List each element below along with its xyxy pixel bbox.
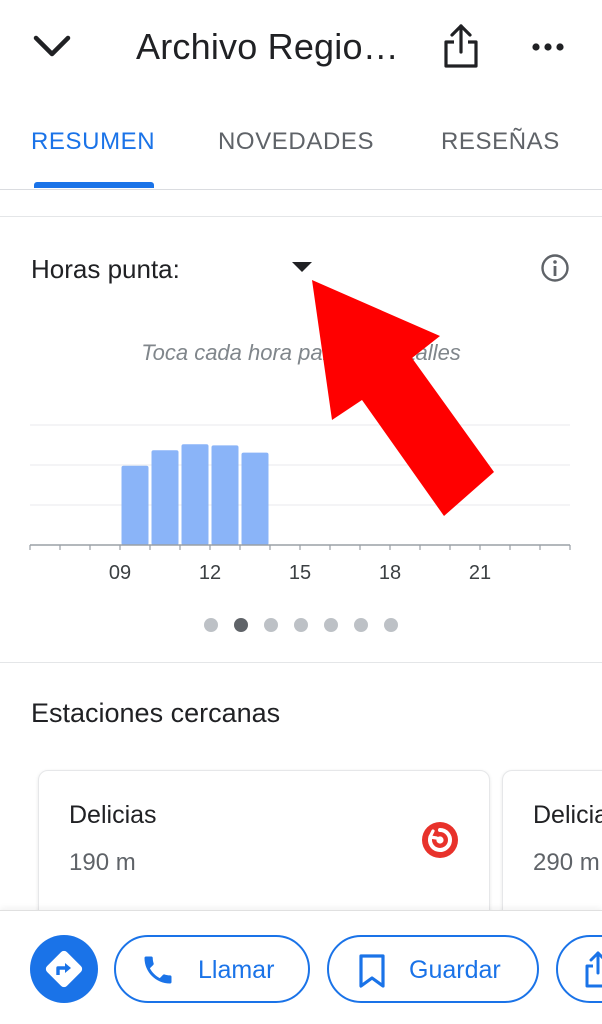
directions-icon bbox=[45, 950, 83, 988]
info-icon bbox=[541, 254, 569, 282]
chart-tick-label: 12 bbox=[199, 562, 221, 584]
station-name: Delicias bbox=[69, 801, 157, 829]
tab-bar: RESUMEN NOVEDADES RESEÑAS bbox=[0, 112, 602, 190]
share-icon bbox=[444, 24, 478, 68]
share-icon bbox=[585, 951, 602, 988]
collapse-button[interactable] bbox=[30, 28, 74, 68]
save-label: Guardar bbox=[409, 956, 501, 984]
place-title: Archivo Regio… bbox=[136, 26, 399, 67]
chart-bar-13[interactable] bbox=[241, 452, 269, 545]
top-app-bar: Archivo Regio… bbox=[0, 0, 602, 96]
station-distance: 190 m bbox=[69, 849, 136, 876]
day-pager bbox=[200, 616, 410, 636]
chevron-down-icon bbox=[33, 35, 71, 57]
pager-dot[interactable] bbox=[354, 618, 368, 632]
pager-dot[interactable] bbox=[294, 618, 308, 632]
chart-tick-label: 09 bbox=[109, 562, 131, 584]
chart-tick-label: 21 bbox=[469, 562, 491, 584]
save-button[interactable]: Guardar bbox=[327, 935, 539, 1003]
section-divider bbox=[0, 216, 602, 217]
phone-icon bbox=[144, 956, 172, 984]
tab-resenas[interactable]: RESEÑAS bbox=[441, 128, 560, 156]
chart-tick-label: 18 bbox=[379, 562, 401, 584]
tab-novedades[interactable]: NOVEDADES bbox=[218, 128, 374, 156]
chart-bar-11[interactable] bbox=[181, 444, 209, 545]
station-distance: 290 m bbox=[533, 849, 600, 876]
red-arrow-icon bbox=[312, 280, 494, 516]
share-button[interactable] bbox=[440, 22, 482, 72]
nearby-stations-title: Estaciones cercanas bbox=[31, 698, 281, 728]
more-options-button[interactable] bbox=[528, 30, 568, 64]
chart-tick-label: 15 bbox=[289, 562, 311, 584]
section-divider bbox=[0, 662, 602, 663]
popular-times-label: Horas punta: bbox=[31, 254, 180, 284]
directions-button[interactable] bbox=[30, 935, 98, 1003]
info-button[interactable] bbox=[539, 252, 571, 284]
pager-dot[interactable] bbox=[264, 618, 278, 632]
tab-resumen[interactable]: RESUMEN bbox=[31, 128, 155, 156]
call-button[interactable]: Llamar bbox=[114, 935, 310, 1003]
pager-dot[interactable] bbox=[324, 618, 338, 632]
pager-dot[interactable] bbox=[384, 618, 398, 632]
renfe-cercanias-icon bbox=[422, 822, 458, 858]
call-label: Llamar bbox=[198, 956, 275, 984]
place-details-screen: Archivo Regio… RESUMEN NOVEDADES RESEÑAS… bbox=[0, 0, 602, 1024]
pager-dot[interactable] bbox=[204, 618, 218, 632]
chart-bar-09[interactable] bbox=[121, 465, 149, 545]
station-name: Delicias bbox=[533, 801, 602, 829]
active-tab-indicator bbox=[34, 182, 154, 188]
chart-bar-10[interactable] bbox=[151, 450, 179, 545]
bottom-action-bar: Llamar Guardar bbox=[0, 910, 602, 1024]
chart-bar-12[interactable] bbox=[211, 445, 239, 545]
bookmark-icon bbox=[359, 954, 385, 988]
share-pill-button[interactable] bbox=[556, 935, 602, 1003]
pager-dot[interactable] bbox=[234, 618, 248, 632]
more-horiz-icon bbox=[532, 43, 564, 51]
